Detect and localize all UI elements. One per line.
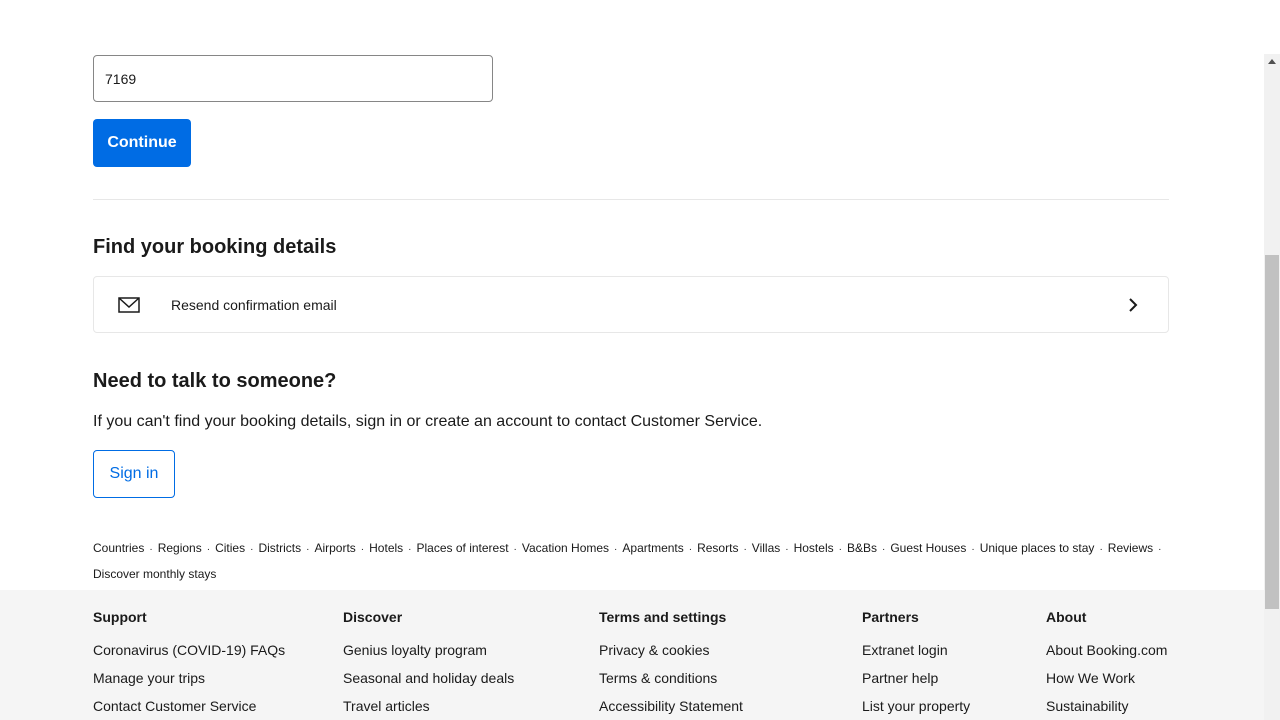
link-separator: · [838,544,842,555]
section-divider [93,199,1169,200]
discover-link[interactable]: Places of interest [417,541,509,555]
footer-link-about-booking[interactable]: About Booking.com [1046,642,1167,658]
chevron-right-icon [1129,298,1138,312]
link-separator: · [149,544,153,555]
discover-link[interactable]: Villas [752,541,780,555]
discover-links-row: Countries · Regions · Cities · Districts · Airpo… [93,536,1169,586]
footer-link-travel-articles[interactable]: Travel articles [343,698,430,714]
footer-heading-support: Support [93,609,147,625]
contact-help-text: If you can't find your booking details, … [93,413,763,430]
footer-heading-partners: Partners [862,609,919,625]
link-separator: · [743,544,747,555]
talk-title: Need to talk to someone? [93,370,337,392]
link-separator: · [614,544,618,555]
discover-link[interactable]: Hotels [369,541,403,555]
link-separator: · [971,544,975,555]
footer-heading-terms: Terms and settings [599,609,727,625]
link-separator: · [1099,544,1103,555]
link-separator: · [513,544,517,555]
pin-input[interactable] [93,55,493,102]
footer: Support Coronavirus (COVID-19) FAQs Mana… [0,590,1264,720]
resend-label: Resend confirmation email [171,297,337,313]
footer-link-partner-help[interactable]: Partner help [862,670,938,686]
footer-link-list-property[interactable]: List your property [862,698,970,714]
arrow-up-icon[interactable] [1264,54,1280,70]
discover-link[interactable]: B&Bs [847,541,877,555]
link-separator: · [1158,544,1162,555]
footer-link-privacy[interactable]: Privacy & cookies [599,642,709,658]
vertical-scrollbar[interactable] [1264,54,1280,720]
footer-link-sustainability[interactable]: Sustainability [1046,698,1129,714]
scrollbar-thumb[interactable] [1265,255,1279,609]
envelope-icon [118,297,140,313]
link-separator: · [206,544,211,555]
footer-link-extranet[interactable]: Extranet login [862,642,948,658]
link-separator: · [360,544,365,555]
discover-link[interactable]: Regions [158,541,202,555]
find-booking-title: Find your booking details [93,236,337,258]
footer-heading-discover: Discover [343,609,403,625]
footer-link-accessibility[interactable]: Accessibility Statement [599,698,743,714]
link-separator: · [408,544,412,555]
discover-link[interactable]: Reviews [1108,541,1153,555]
discover-link[interactable]: Apartments [622,541,683,555]
continue-button[interactable]: Continue [93,119,191,167]
discover-link[interactable]: Vacation Homes [522,541,609,555]
discover-link[interactable]: Districts [258,541,301,555]
discover-link[interactable]: Discover monthly stays [93,567,216,581]
link-separator: · [881,544,886,555]
discover-link[interactable]: Hostels [794,541,834,555]
discover-link[interactable]: Airports [314,541,355,555]
footer-link-how-we-work[interactable]: How We Work [1046,670,1135,686]
sign-in-button[interactable]: Sign in [93,450,175,498]
link-separator: · [250,544,254,555]
link-separator: · [688,544,693,555]
discover-link[interactable]: Countries [93,541,144,555]
discover-link[interactable]: Resorts [697,541,738,555]
footer-link-manage-trips[interactable]: Manage your trips [93,670,205,686]
footer-link-terms[interactable]: Terms & conditions [599,670,717,686]
discover-link[interactable]: Guest Houses [890,541,966,555]
resend-confirmation-email[interactable]: Resend confirmation email [93,276,1169,333]
footer-link-genius[interactable]: Genius loyalty program [343,642,487,658]
discover-link[interactable]: Unique places to stay [980,541,1095,555]
footer-link-covid-faqs[interactable]: Coronavirus (COVID-19) FAQs [93,642,285,658]
footer-link-contact-service[interactable]: Contact Customer Service [93,698,256,714]
link-separator: · [785,544,789,555]
footer-link-seasonal-deals[interactable]: Seasonal and holiday deals [343,670,514,686]
discover-link[interactable]: Cities [215,541,245,555]
link-separator: · [306,544,310,555]
page-content: Continue Find your booking details Resen… [0,0,1264,720]
footer-heading-about: About [1046,609,1087,625]
